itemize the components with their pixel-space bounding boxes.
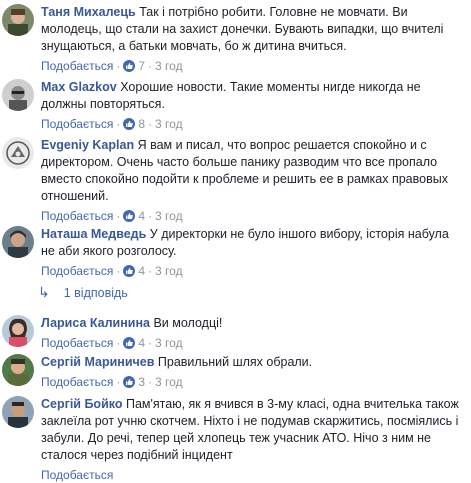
- comment-meta: Подобається · 3 · 3 год: [41, 375, 183, 389]
- comment-meta: Подобається · 8 · 3 год: [41, 117, 183, 131]
- comment-author[interactable]: Сергій Мариничев: [41, 355, 154, 369]
- comment-meta: Подобається · 4 · 3 год: [41, 209, 183, 223]
- comment-text: Правильний шлях обрали.: [157, 355, 313, 369]
- like-count[interactable]: 4: [138, 336, 145, 350]
- reply-arrow-icon: ↳: [38, 284, 50, 300]
- comment-author[interactable]: Evgeniy Kaplan: [41, 138, 134, 152]
- timestamp[interactable]: 3 год: [155, 209, 183, 223]
- thumbs-up-icon: [123, 376, 136, 388]
- thumbs-up-icon: [123, 210, 136, 222]
- avatar[interactable]: [2, 315, 34, 347]
- avatar[interactable]: [2, 354, 34, 386]
- comment-author[interactable]: Таня Михалець: [41, 5, 136, 19]
- like-button[interactable]: Подобається: [41, 59, 113, 73]
- avatar[interactable]: [2, 79, 34, 111]
- comment-meta: Подобається · 4 · 3 год: [41, 264, 183, 278]
- comment-meta: Подобається · 7 · 3 год: [41, 59, 183, 73]
- avatar[interactable]: [2, 4, 34, 36]
- timestamp[interactable]: 3 год: [155, 264, 183, 278]
- like-button[interactable]: Подобається: [41, 468, 113, 482]
- like-count[interactable]: 4: [138, 209, 145, 223]
- like-count[interactable]: 4: [138, 264, 145, 278]
- avatar[interactable]: [2, 226, 34, 258]
- comment-author[interactable]: Max Glazkov: [41, 80, 117, 94]
- like-count[interactable]: 3: [138, 375, 145, 389]
- like-button[interactable]: Подобається: [41, 375, 113, 389]
- like-count[interactable]: 8: [138, 117, 145, 131]
- comment-meta: Подобається: [41, 467, 463, 483]
- timestamp[interactable]: 3 год: [155, 375, 183, 389]
- replies-count[interactable]: 1 відповідь: [64, 286, 128, 300]
- thumbs-up-icon: [123, 337, 136, 349]
- like-button[interactable]: Подобається: [41, 117, 113, 131]
- like-count[interactable]: 7: [138, 59, 145, 73]
- like-button[interactable]: Подобається: [41, 264, 113, 278]
- comment-author[interactable]: Сергій Бойко: [41, 397, 122, 411]
- timestamp[interactable]: 3 год: [155, 117, 183, 131]
- comment-text: Ви молодці!: [153, 316, 223, 330]
- comment-author[interactable]: Лариса Калинина: [41, 316, 150, 330]
- timestamp[interactable]: 3 год: [155, 59, 183, 73]
- comment-author[interactable]: Наташа Медведь: [41, 227, 146, 241]
- thumbs-up-icon: [123, 60, 136, 72]
- avatar[interactable]: [2, 396, 34, 428]
- comment-meta: Подобається · 4 · 3 год: [41, 336, 183, 350]
- like-button[interactable]: Подобається: [41, 336, 113, 350]
- timestamp[interactable]: 3 год: [155, 336, 183, 350]
- view-replies-link[interactable]: ↳ 1 відповідь: [38, 284, 128, 301]
- thumbs-up-icon: [123, 118, 136, 130]
- like-button[interactable]: Подобається: [41, 209, 113, 223]
- avatar[interactable]: [2, 137, 34, 169]
- thumbs-up-icon: [123, 265, 136, 277]
